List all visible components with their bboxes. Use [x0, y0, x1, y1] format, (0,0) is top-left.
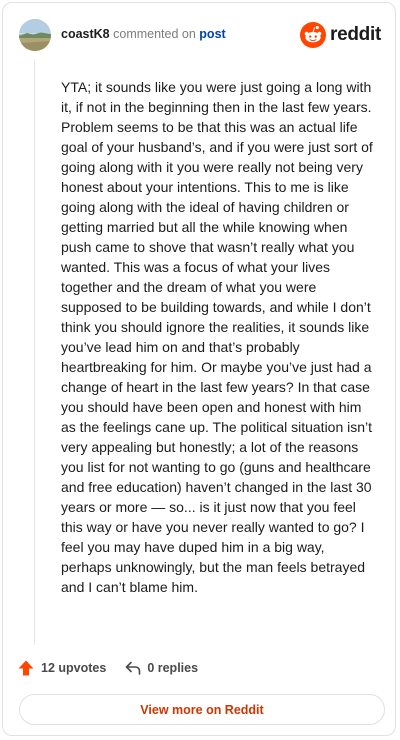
reply-arrow-icon[interactable]	[124, 659, 142, 677]
reddit-logo[interactable]: reddit	[300, 21, 381, 49]
comment-footer: 12 upvotes 0 replies	[17, 657, 198, 679]
reply-count: 0 replies	[147, 661, 199, 675]
comment-header: coastK8 commented on post reddit	[17, 17, 381, 57]
reddit-snoo-icon	[300, 22, 327, 48]
comment-meta: coastK8 commented on post	[61, 27, 226, 41]
comment-body: YTA; it sounds like you were just going …	[61, 79, 373, 595]
post-link[interactable]: post	[199, 27, 225, 41]
user-avatar[interactable]	[19, 19, 51, 51]
upvote-arrow-icon[interactable]	[17, 659, 35, 677]
brand-wordmark: reddit	[330, 24, 381, 45]
avatar-image	[19, 19, 51, 51]
view-more-button[interactable]: View more on Reddit	[19, 694, 385, 725]
upvote-count: 12 upvotes	[41, 661, 107, 675]
comment-card: coastK8 commented on post reddit YTA; it…	[2, 2, 396, 736]
thread-line	[34, 59, 35, 645]
username[interactable]: coastK8	[61, 27, 110, 41]
action-text: commented on	[113, 27, 196, 41]
